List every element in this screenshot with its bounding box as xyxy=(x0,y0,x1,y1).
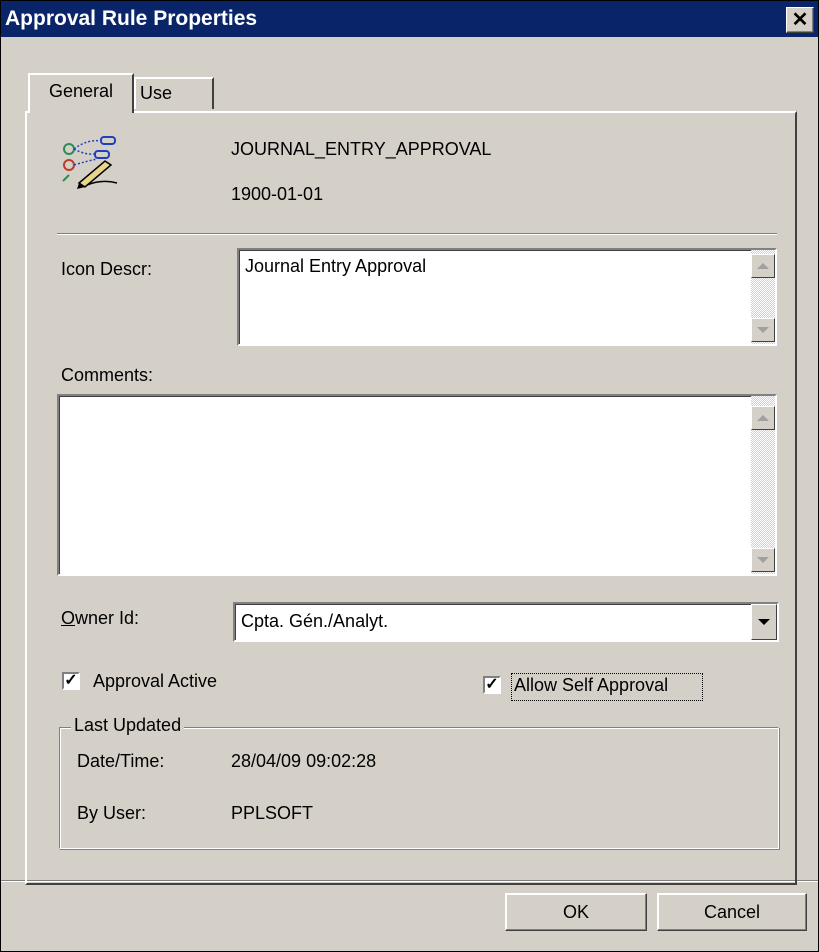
tab-general[interactable]: General xyxy=(28,73,134,113)
ok-button[interactable]: OK xyxy=(505,893,647,931)
tab-use-label: Use xyxy=(140,83,173,103)
cancel-button[interactable]: Cancel xyxy=(657,893,807,931)
ok-button-label: OK xyxy=(562,902,589,922)
window-title: Approval Rule Properties xyxy=(5,7,258,30)
general-tab-panel xyxy=(25,111,797,885)
title-bar[interactable]: Approval Rule Properties ✕ xyxy=(1,1,818,37)
approval-rule-dialog: Approval Rule Properties ✕ General Use J… xyxy=(0,0,819,952)
tab-use[interactable]: Use xyxy=(134,77,214,109)
cancel-button-label: Cancel xyxy=(703,902,761,922)
close-icon: ✕ xyxy=(791,9,809,31)
close-button[interactable]: ✕ xyxy=(786,7,814,33)
tab-general-label: General xyxy=(48,81,114,101)
